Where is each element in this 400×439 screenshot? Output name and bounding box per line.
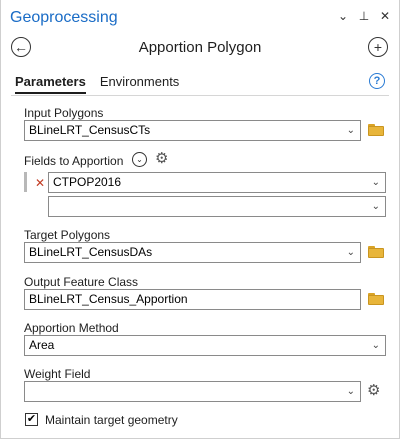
folder-body-shape xyxy=(368,248,384,258)
chevron-down-icon: ⌄ xyxy=(346,386,355,397)
folder-icon[interactable] xyxy=(368,124,384,136)
chevron-down-icon: ⌄ xyxy=(346,247,355,258)
maintain-target-geometry-label: Maintain target geometry xyxy=(45,413,178,427)
folder-body-shape xyxy=(368,295,384,305)
apportion-method-label: Apportion Method xyxy=(24,321,119,335)
folder-icon[interactable] xyxy=(368,246,384,258)
output-feature-class-input[interactable]: BLineLRT_Census_Apportion xyxy=(24,289,361,310)
tool-title: Apportion Polygon xyxy=(138,39,262,56)
weight-field-dropdown[interactable]: ⌄ xyxy=(24,381,361,402)
field-row-1-value: CTPOP2016 xyxy=(53,175,122,189)
pane-menu-icon[interactable]: ⌄ xyxy=(337,8,349,24)
pin-icon[interactable]: ⊥ xyxy=(358,8,370,24)
input-polygons-dropdown[interactable]: BLineLRT_CensusCTs ⌄ xyxy=(24,120,361,141)
remove-row-icon[interactable]: ✕ xyxy=(35,176,45,190)
help-icon[interactable]: ? xyxy=(369,73,385,89)
gear-icon[interactable]: ⚙ xyxy=(155,151,168,166)
target-polygons-label: Target Polygons xyxy=(24,228,111,242)
folder-body-shape xyxy=(368,126,384,136)
fields-to-apportion-label: Fields to Apportion xyxy=(24,154,124,168)
pane-title: Geoprocessing xyxy=(10,9,118,26)
title-controls: ⌄ ⊥ ✕ xyxy=(337,8,391,24)
target-polygons-value: BLineLRT_CensusDAs xyxy=(29,245,153,259)
field-row-1-dropdown[interactable]: CTPOP2016 ⌄ xyxy=(48,172,386,193)
add-button[interactable]: + xyxy=(368,37,388,57)
tab-divider xyxy=(11,95,389,96)
apportion-method-value: Area xyxy=(29,338,55,352)
field-row-2-dropdown[interactable]: ⌄ xyxy=(48,196,386,217)
apportion-method-dropdown[interactable]: Area ⌄ xyxy=(24,335,386,356)
weight-field-label: Weight Field xyxy=(24,367,91,381)
tab-bar: Parameters Environments xyxy=(15,74,179,94)
chevron-down-icon: ⌄ xyxy=(371,177,380,188)
fields-toggle-icon[interactable]: ⌄ xyxy=(132,152,147,167)
plus-icon: + xyxy=(373,39,383,55)
chevron-down-icon: ⌄ xyxy=(371,340,380,351)
tab-environments[interactable]: Environments xyxy=(100,74,179,94)
geoprocessing-pane: Geoprocessing ⌄ ⊥ ✕ ← Apportion Polygon … xyxy=(0,0,400,439)
target-polygons-dropdown[interactable]: BLineLRT_CensusDAs ⌄ xyxy=(24,242,361,263)
gear-icon[interactable]: ⚙ xyxy=(367,383,380,398)
close-icon[interactable]: ✕ xyxy=(379,8,391,24)
chevron-down-icon: ⌄ xyxy=(346,125,355,136)
check-icon: ✔ xyxy=(26,413,37,425)
tab-parameters[interactable]: Parameters xyxy=(15,74,86,94)
list-indicator-bar xyxy=(24,172,27,192)
input-polygons-label: Input Polygons xyxy=(24,106,104,120)
chevron-down-icon: ⌄ xyxy=(371,201,380,212)
input-polygons-value: BLineLRT_CensusCTs xyxy=(29,123,151,137)
folder-icon[interactable] xyxy=(368,293,384,305)
maintain-target-geometry-checkbox[interactable]: ✔ xyxy=(25,413,38,426)
output-feature-class-label: Output Feature Class xyxy=(24,275,139,289)
output-feature-class-value: BLineLRT_Census_Apportion xyxy=(29,292,188,306)
